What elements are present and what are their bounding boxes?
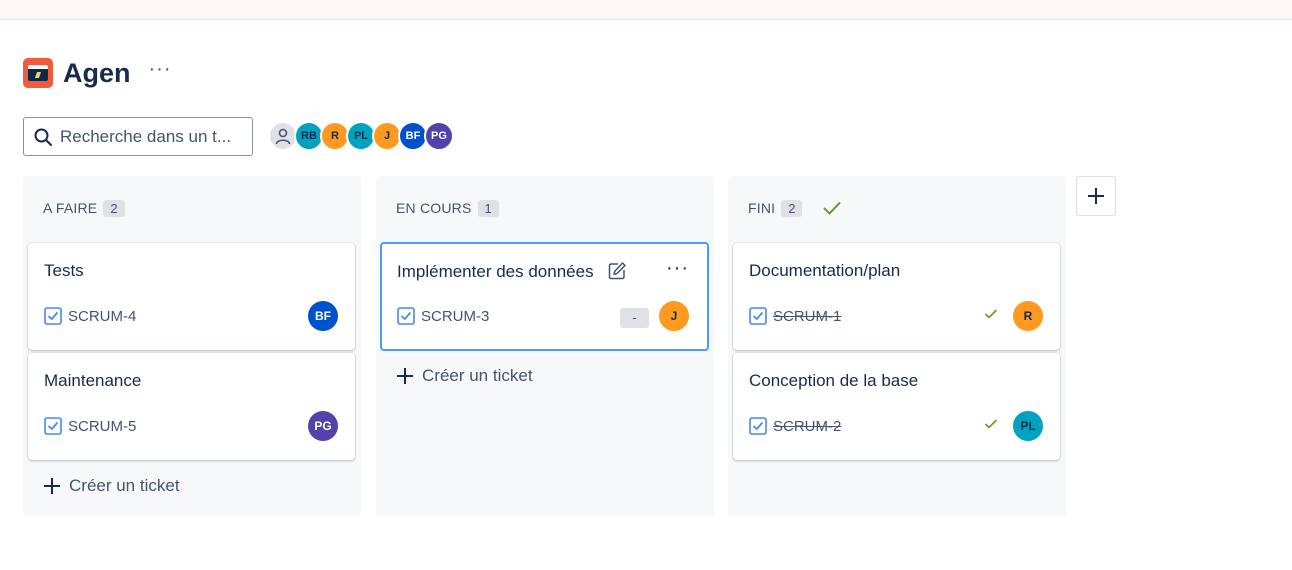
project-header: Agen ··· [23,56,171,90]
issue-key: SCRUM-5 [68,417,137,435]
task-checkbox-icon [749,307,767,325]
resolved-check-icon [984,417,998,435]
project-title: Agen [63,57,131,88]
card-title: Documentation/plan [749,261,901,280]
story-points-badge[interactable]: - [620,308,649,328]
assignee-avatar[interactable]: J [659,301,689,331]
avatar-initials: R [331,130,339,142]
add-column-button[interactable] [1076,176,1116,216]
search-box[interactable] [23,117,253,156]
column-header: FINI 2 [748,198,842,218]
column-header: A FAIRE 2 [43,198,125,218]
card-title: Conception de la base [749,371,919,390]
create-ticket-label: Créer un ticket [422,366,533,385]
card-key-row: SCRUM-1 [749,307,841,325]
done-check-icon [822,200,842,216]
column-done: FINI 2 Documentation/plan SCRUM-1 R Conc… [728,176,1066,516]
card-title: Implémenter des données [397,262,594,281]
top-bar [0,0,1292,20]
avatar-initials: PG [431,130,447,142]
avatar-filter-group: RB R PL J BF PG [268,121,454,151]
search-input[interactable] [60,126,245,147]
column-count-badge: 1 [477,199,499,217]
column-in-progress: EN COURS 1 Implémenter des données ··· S… [376,176,714,516]
create-ticket-button[interactable]: Créer un ticket [396,366,533,386]
plus-icon [396,367,414,385]
issue-key: SCRUM-1 [773,307,842,325]
card-title: Maintenance [44,371,142,390]
issue-key: SCRUM-2 [773,417,842,435]
plus-icon [1088,188,1104,204]
plus-icon [43,477,61,495]
avatar-initials: BF [405,130,421,142]
issue-card[interactable]: Implémenter des données ··· SCRUM-3 - J [380,242,709,351]
column-header: EN COURS 1 [396,198,499,218]
column-title: A FAIRE [43,200,98,216]
create-ticket-label: Créer un ticket [69,476,180,495]
project-logo-icon [23,58,53,88]
column-count-badge: 2 [103,199,125,217]
card-key-row: SCRUM-2 [749,417,841,435]
assignee-avatar[interactable]: R [1013,301,1043,331]
task-checkbox-icon [397,307,415,325]
avatar-initials: PL [353,130,369,142]
column-todo: A FAIRE 2 Tests SCRUM-4 BF Maintenance S… [23,176,361,516]
issue-key: SCRUM-3 [421,307,490,325]
card-key-row: SCRUM-5 [44,417,136,435]
assignee-avatar[interactable]: PL [1013,411,1043,441]
task-checkbox-icon [44,307,62,325]
card-key-row: SCRUM-3 [397,307,489,325]
issue-card[interactable]: Maintenance SCRUM-5 PG [28,353,355,460]
edit-icon[interactable] [607,261,627,281]
card-title: Tests [44,261,84,280]
resolved-check-icon [984,307,998,325]
avatar-initials: RB [301,130,317,142]
card-key-row: SCRUM-4 [44,307,136,325]
task-checkbox-icon [44,417,62,435]
avatar-filter[interactable]: PG [424,121,454,151]
column-title: FINI [748,200,776,216]
assignee-avatar[interactable]: BF [308,301,338,331]
issue-card[interactable]: Documentation/plan SCRUM-1 R [733,243,1060,350]
search-icon [34,128,52,146]
task-checkbox-icon [749,417,767,435]
avatar-initials: J [383,130,391,142]
card-more-button[interactable]: ··· [666,258,689,278]
assignee-avatar[interactable]: PG [308,411,338,441]
column-title: EN COURS [396,200,472,216]
project-more-button[interactable]: ··· [149,59,172,82]
app-switcher-icon[interactable] [8,0,26,6]
column-count-badge: 2 [781,199,803,217]
issue-card[interactable]: Conception de la base SCRUM-2 PL [733,353,1060,460]
create-ticket-button[interactable]: Créer un ticket [43,476,180,496]
person-icon [275,128,291,145]
issue-card[interactable]: Tests SCRUM-4 BF [28,243,355,350]
issue-key: SCRUM-4 [68,307,137,325]
